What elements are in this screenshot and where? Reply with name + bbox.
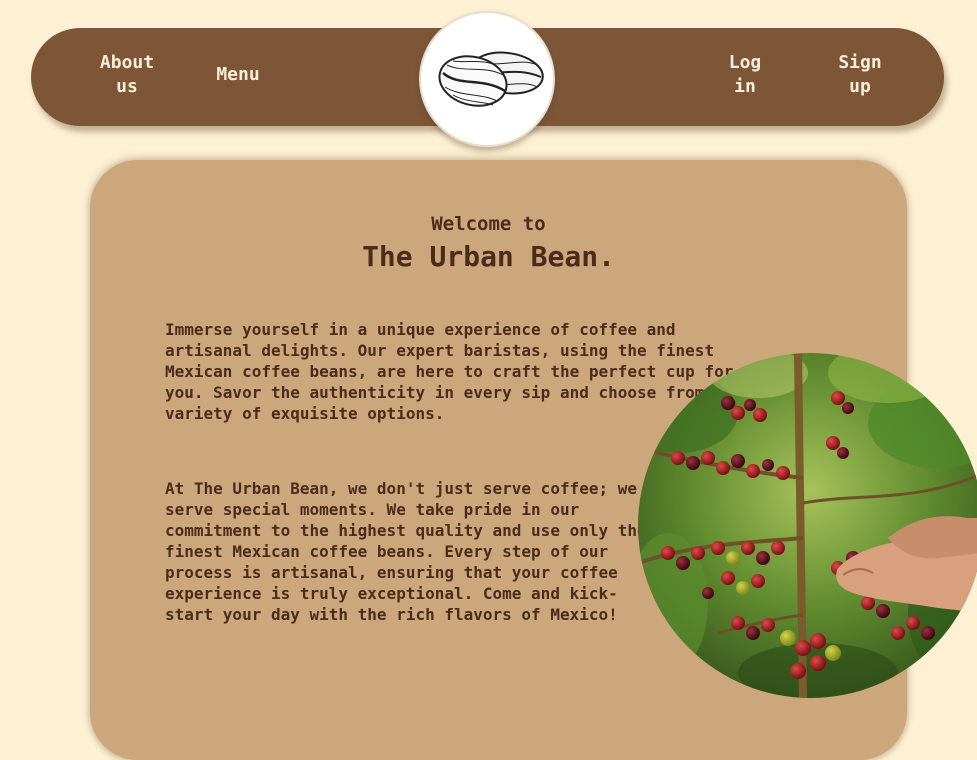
- welcome-text: Welcome to: [431, 213, 546, 235]
- page-title: The Urban Bean.: [362, 240, 615, 273]
- coffee-bean-logo[interactable]: [419, 11, 555, 147]
- nav-signup-link[interactable]: Sign up: [827, 51, 893, 99]
- intro-paragraph: Immerse yourself in a unique experience …: [165, 320, 734, 423]
- coffee-bean-icon: [438, 51, 544, 107]
- about-paragraph: At The Urban Bean, we don't just serve c…: [165, 479, 647, 624]
- coffee-cherries-photo: [638, 353, 977, 698]
- nav-menu-link[interactable]: Menu: [201, 63, 275, 87]
- nav-about-us-link[interactable]: About us: [89, 51, 165, 99]
- nav-login-link[interactable]: Log in: [717, 51, 773, 99]
